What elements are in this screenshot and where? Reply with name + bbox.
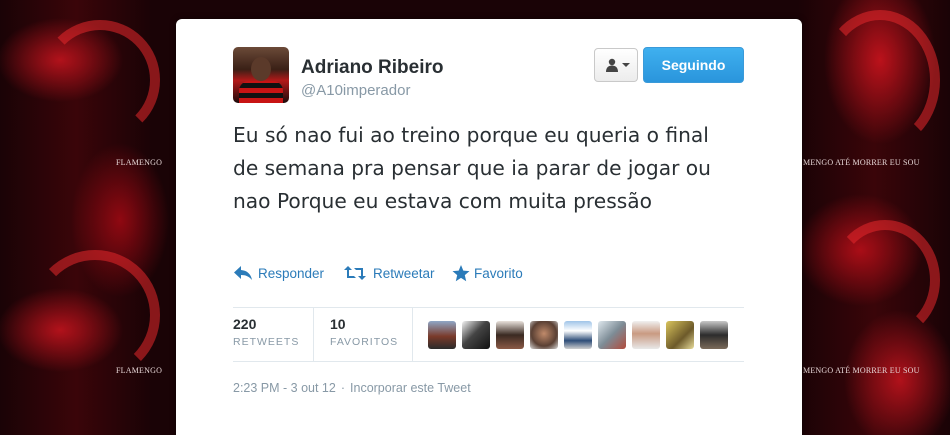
background-watermark-right: MENGO ATÉ MORRER EU SOU: [803, 366, 920, 375]
retweets-label: RETWEETS: [233, 336, 300, 348]
retweets-stat[interactable]: 220 RETWEETS: [233, 316, 299, 348]
favoriter-avatar[interactable]: [428, 321, 456, 349]
author-handle[interactable]: @A10imperador: [301, 82, 410, 99]
favorites-label: FAVORITOS: [330, 336, 399, 348]
avatar[interactable]: [233, 47, 289, 103]
reply-label: Responder: [258, 266, 325, 281]
favoriter-avatar[interactable]: [462, 321, 490, 349]
background-watermark-right: MENGO ATÉ MORRER EU SOU: [803, 158, 920, 167]
favoriter-avatar[interactable]: [530, 321, 558, 349]
stat-separator: [313, 308, 314, 361]
background-swirl: [830, 220, 940, 340]
avatar-head: [251, 57, 271, 81]
divider: [233, 361, 744, 362]
retweet-icon: [344, 266, 366, 280]
divider: [233, 307, 744, 308]
background-watermark-left: FLAMENGO: [116, 158, 163, 167]
background-swirl: [30, 250, 160, 380]
reply-icon: [234, 266, 252, 280]
favoriter-avatar[interactable]: [598, 321, 626, 349]
tweet-text: Eu só nao fui ao treino porque eu queria…: [233, 123, 711, 213]
background-swirl: [40, 20, 160, 140]
retweet-label: Retweetar: [373, 266, 435, 281]
avatar-shirt: [239, 81, 283, 103]
embed-tweet-link[interactable]: Incorporar este Tweet: [350, 381, 471, 395]
user-actions-dropdown[interactable]: [594, 48, 638, 82]
favoriter-avatar[interactable]: [564, 321, 592, 349]
reply-action[interactable]: Responder: [233, 264, 333, 284]
stat-separator: [412, 308, 413, 361]
favorite-label: Favorito: [474, 266, 523, 281]
favorites-count: 10: [330, 316, 346, 332]
tweet-card: Adriano Ribeiro @A10imperador Seguindo E…: [176, 19, 802, 435]
background-swirl: [820, 10, 940, 150]
separator-dot: ·: [340, 381, 346, 395]
retweets-count: 220: [233, 316, 257, 332]
tweet-timestamp[interactable]: 2:23 PM - 3 out 12: [233, 381, 336, 395]
favoriter-avatar[interactable]: [496, 321, 524, 349]
author-name[interactable]: Adriano Ribeiro: [301, 57, 444, 79]
star-icon: [452, 265, 470, 282]
favoriter-avatar[interactable]: [632, 321, 660, 349]
favoriter-avatar[interactable]: [700, 321, 728, 349]
following-button[interactable]: Seguindo: [643, 47, 744, 83]
tweet-meta: 2:23 PM - 3 out 12 · Incorporar este Tweet: [233, 381, 471, 395]
favoriter-avatar[interactable]: [666, 321, 694, 349]
favorite-action[interactable]: Favorito: [452, 264, 532, 284]
favorites-stat[interactable]: 10 FAVORITOS: [330, 316, 398, 348]
background-watermark-left: FLAMENGO: [116, 366, 163, 375]
chevron-down-icon: [622, 63, 630, 67]
person-icon: [606, 58, 618, 72]
retweet-action[interactable]: Retweetar: [344, 264, 444, 284]
